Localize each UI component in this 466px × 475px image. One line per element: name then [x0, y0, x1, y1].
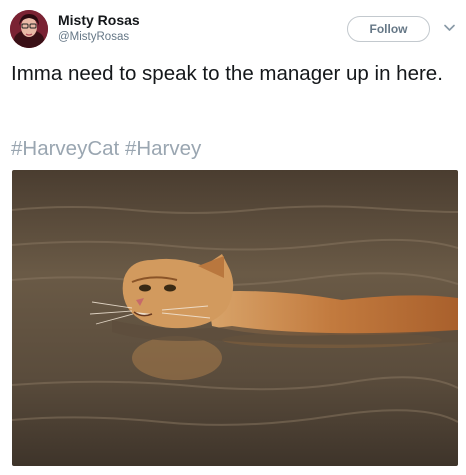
chevron-down-icon[interactable]	[444, 24, 455, 32]
swimming-cat-image	[12, 170, 458, 466]
avatar[interactable]	[10, 10, 48, 48]
display-name[interactable]: Misty Rosas	[58, 12, 140, 29]
hashtag-link[interactable]: #Harvey	[125, 137, 201, 160]
hashtag-link[interactable]: #HarveyCat	[11, 137, 119, 160]
tweet-text: Imma need to speak to the manager up in …	[11, 62, 443, 85]
hashtag-row: #HarveyCat #Harvey	[11, 136, 201, 161]
user-handle[interactable]: @MistyRosas	[58, 30, 129, 44]
tweet-card: Misty Rosas @MistyRosas Follow Imma need…	[0, 0, 466, 475]
follow-button[interactable]: Follow	[347, 16, 430, 42]
tweet-photo[interactable]	[12, 170, 458, 466]
avatar-image	[10, 10, 48, 48]
